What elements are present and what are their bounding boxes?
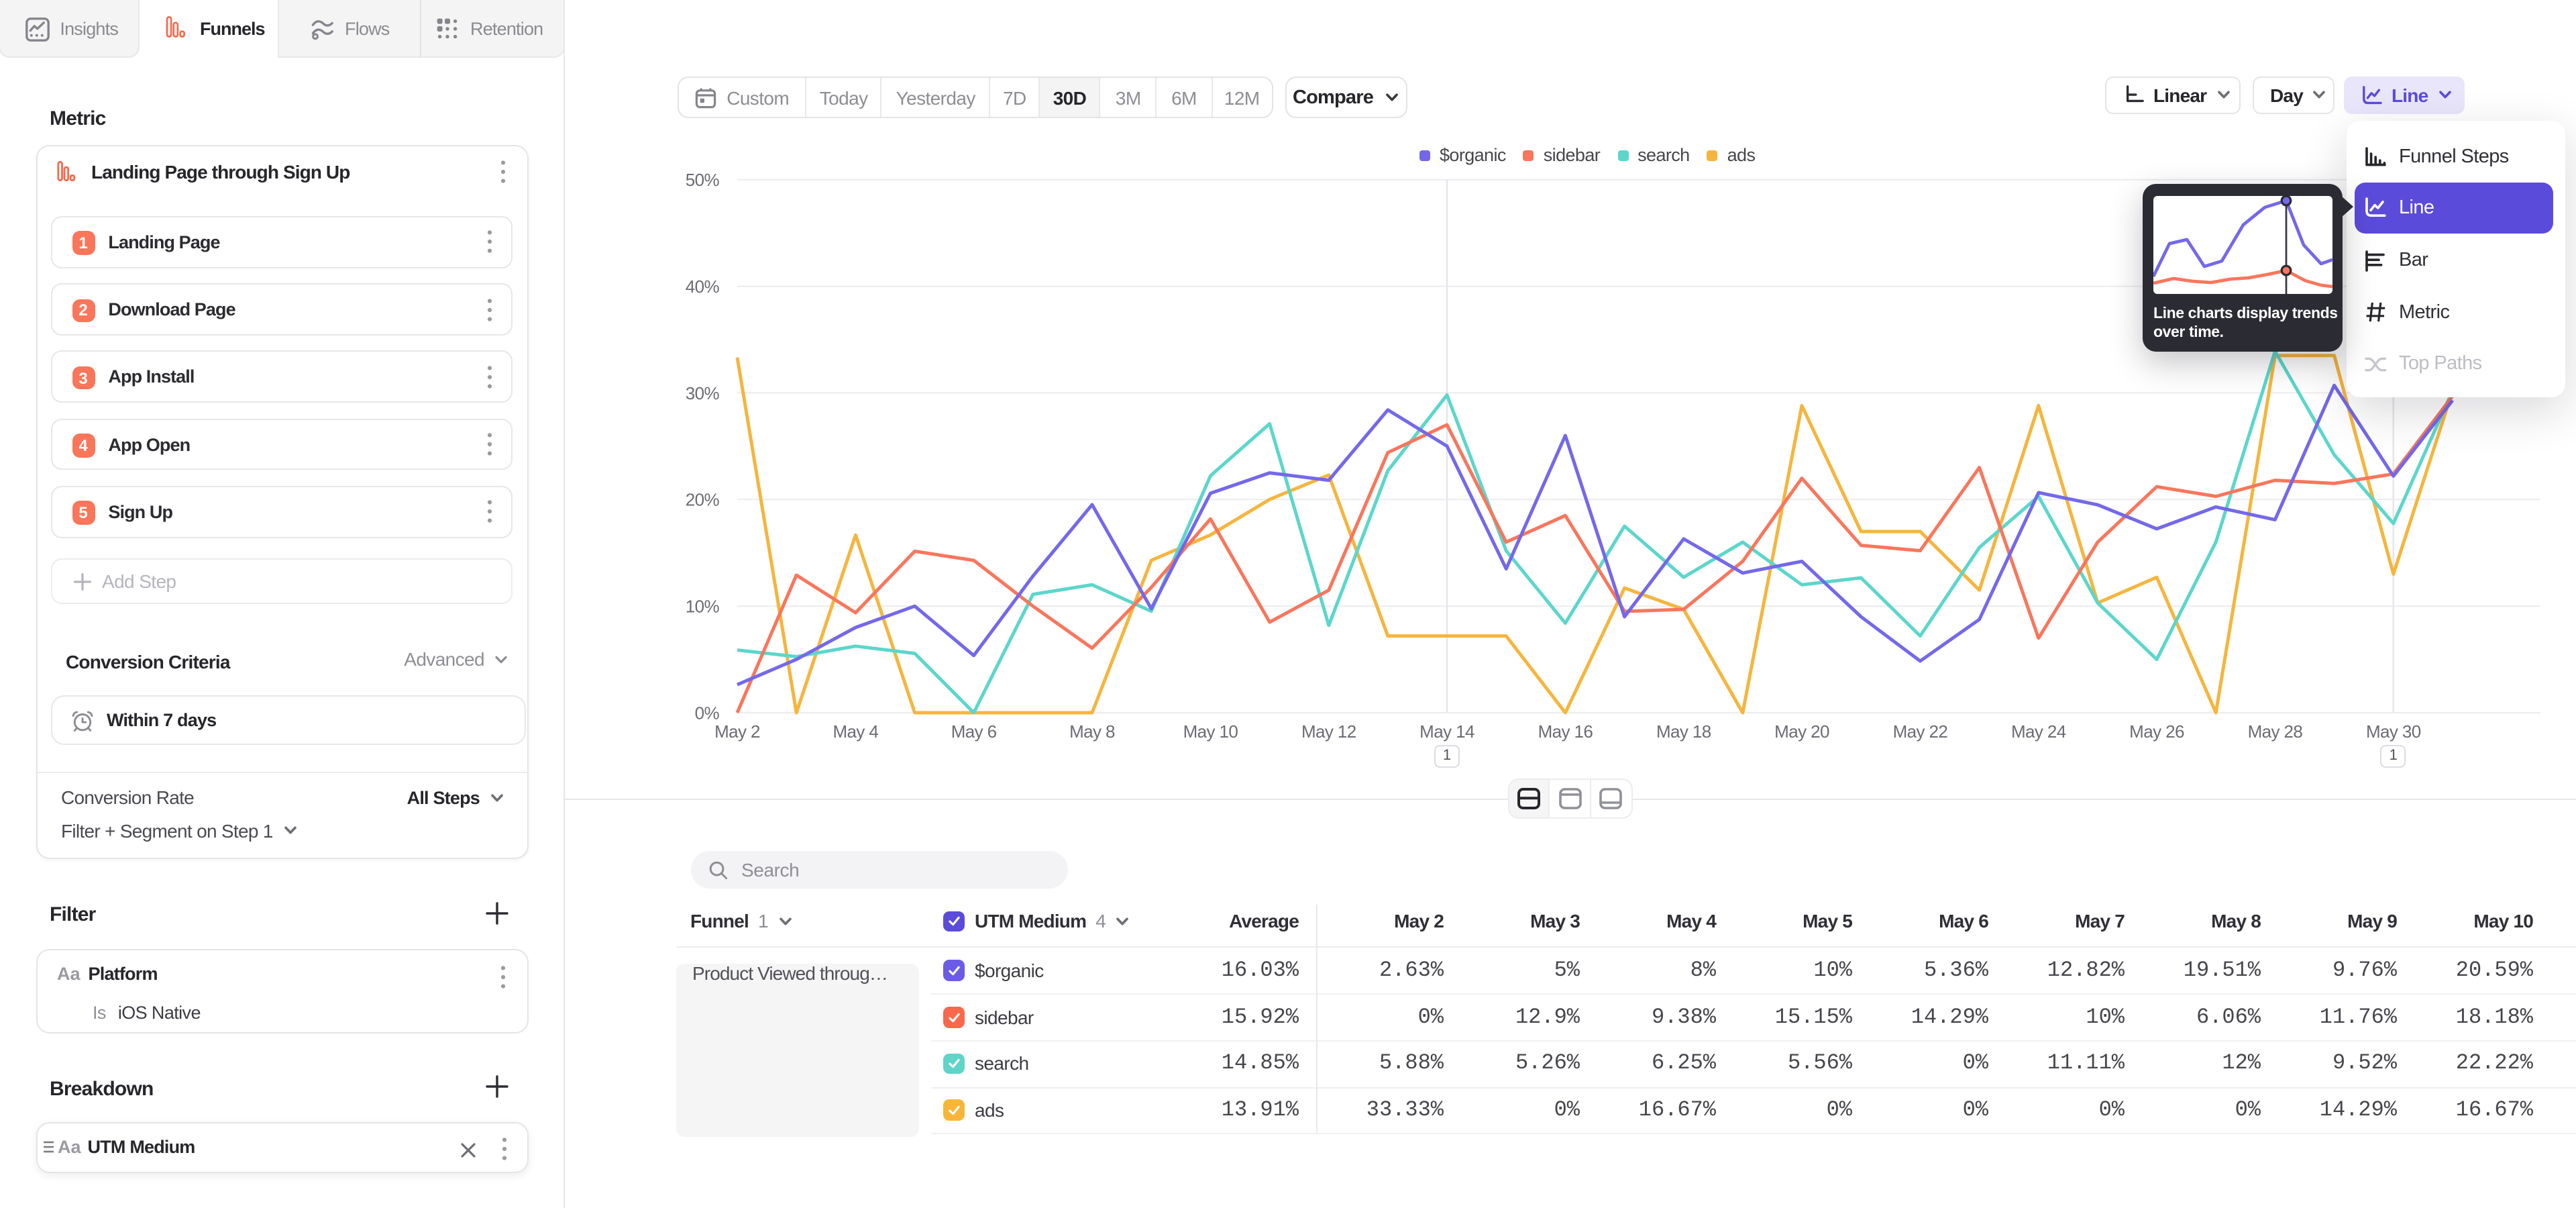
svg-text:May 14: May 14 (1419, 721, 1474, 742)
svg-text:May 22: May 22 (1893, 721, 1948, 742)
svg-text:30%: 30% (686, 383, 720, 403)
svg-text:May 2: May 2 (714, 721, 760, 742)
svg-text:May 8: May 8 (1069, 721, 1115, 742)
svg-text:20%: 20% (686, 490, 720, 510)
svg-text:May 24: May 24 (2011, 721, 2066, 742)
svg-text:40%: 40% (686, 276, 720, 297)
svg-text:May 12: May 12 (1301, 721, 1356, 742)
svg-text:50%: 50% (686, 170, 720, 190)
svg-text:0%: 0% (695, 703, 720, 723)
svg-text:May 30: May 30 (2366, 721, 2421, 742)
svg-text:10%: 10% (686, 597, 720, 617)
svg-text:May 6: May 6 (951, 721, 997, 742)
svg-text:May 10: May 10 (1183, 721, 1238, 742)
svg-text:May 28: May 28 (2248, 721, 2303, 742)
svg-text:May 20: May 20 (1774, 721, 1829, 742)
svg-text:May 4: May 4 (833, 721, 878, 742)
svg-text:May 26: May 26 (2129, 721, 2184, 742)
svg-text:May 18: May 18 (1656, 721, 1711, 742)
svg-text:May 16: May 16 (1538, 721, 1593, 742)
